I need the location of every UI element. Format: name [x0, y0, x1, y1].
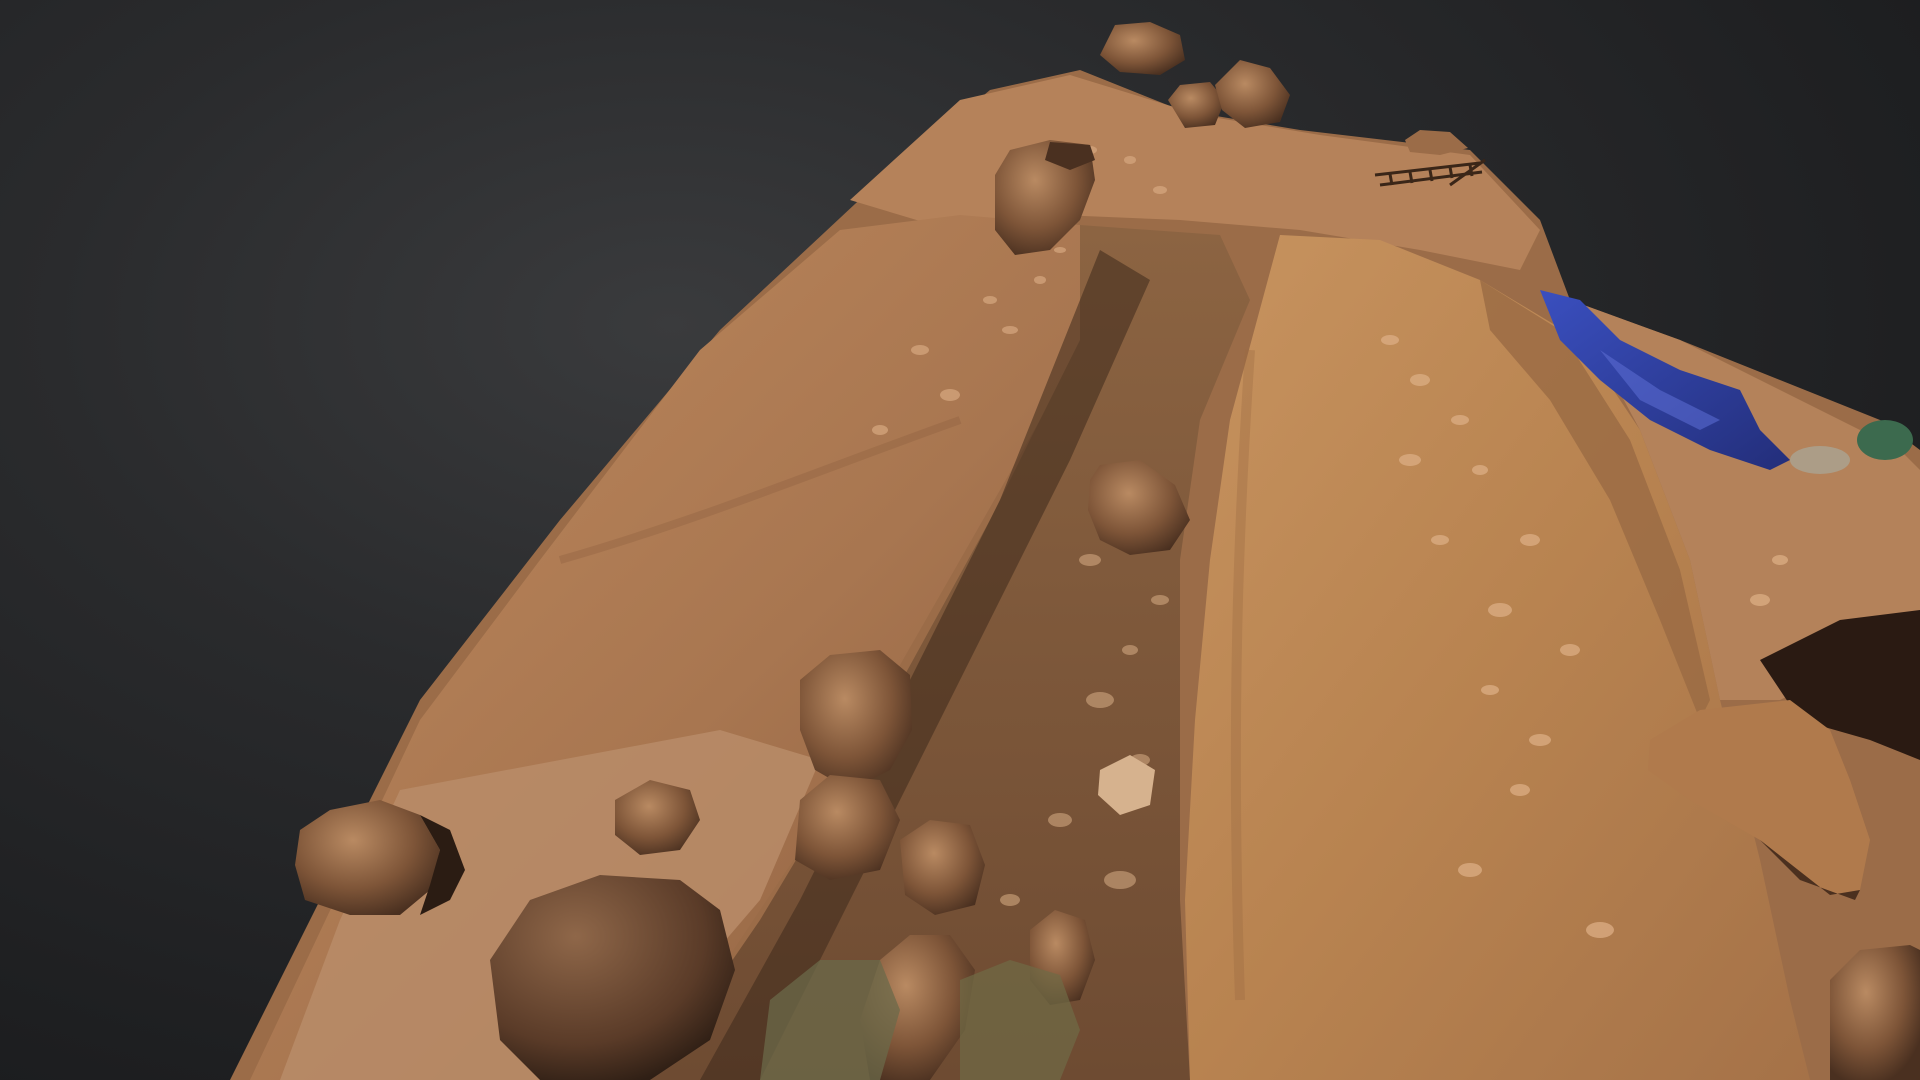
- pale-debris: [1790, 446, 1850, 474]
- rock-scan-render[interactable]: [0, 0, 1920, 1080]
- 3d-model-viewport[interactable]: [0, 0, 1920, 1080]
- left-boulder-large: [295, 800, 440, 915]
- green-debris: [1857, 420, 1913, 460]
